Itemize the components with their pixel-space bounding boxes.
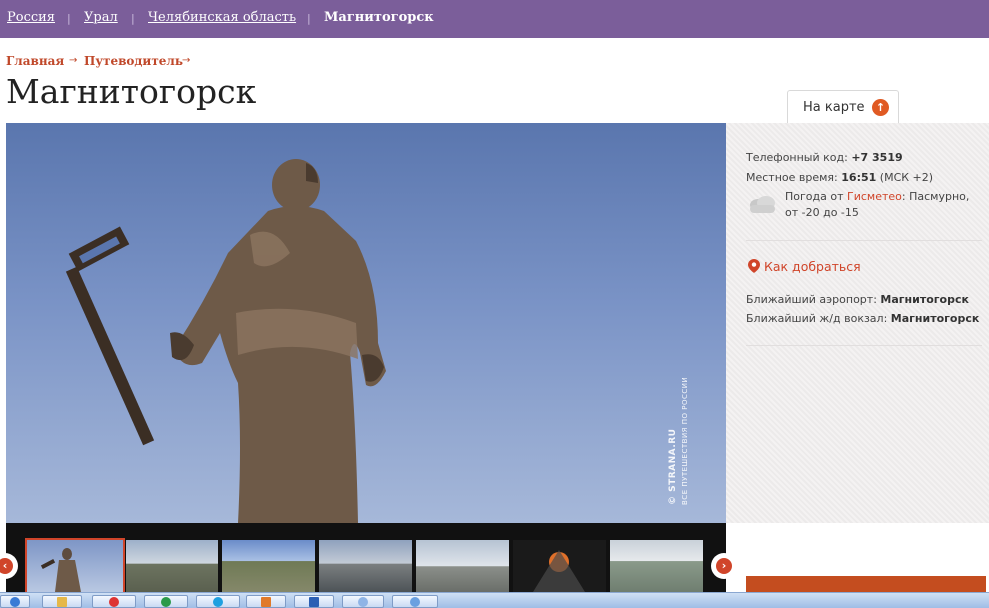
thumbnail-sculpture-image xyxy=(533,550,585,592)
taskbar-browser-button[interactable] xyxy=(92,595,136,608)
region-separator: | xyxy=(131,12,135,25)
phone-code-value: +7 3519 xyxy=(851,151,903,164)
phone-code-row: Телефонный код: +7 3519 xyxy=(746,151,903,164)
weather-description: : Пасмурно, xyxy=(901,190,970,203)
watermark-slogan: ВСЕ ПУТЕШЕСТВИЯ ПО РОССИИ xyxy=(681,376,689,505)
taskbar-skype-button[interactable] xyxy=(196,595,240,608)
station-label: Ближайший ж/д вокзал: xyxy=(746,312,888,325)
info-divider xyxy=(746,240,982,241)
page-title: Магнитогорск xyxy=(6,72,257,111)
region-separator: | xyxy=(67,12,71,25)
breadcrumb-arrow-icon: → xyxy=(182,55,191,66)
region-current: Магнитогорск xyxy=(324,10,434,25)
taskbar-app-button[interactable] xyxy=(246,595,286,608)
local-time-value: 16:51 xyxy=(841,171,877,184)
thumbnail-statue-image xyxy=(40,548,81,592)
statue-image xyxy=(65,159,386,523)
station-row: Ближайший ж/д вокзал: Магнитогорск xyxy=(746,312,979,325)
gallery-next-button[interactable]: › xyxy=(711,553,737,579)
breadcrumb-guide[interactable]: Путеводитель xyxy=(84,54,183,68)
thumbnail[interactable] xyxy=(25,538,125,594)
station-value: Магнитогорск xyxy=(890,312,980,325)
location-pin-icon xyxy=(748,259,760,273)
breadcrumb-home[interactable]: Главная xyxy=(6,54,64,68)
thumbnail[interactable] xyxy=(513,540,606,592)
airport-value: Магнитогорск xyxy=(880,293,969,306)
map-tab-label: На карте xyxy=(803,100,865,115)
how-to-get-link[interactable]: Как добраться xyxy=(764,259,861,274)
chevron-right-icon: › xyxy=(716,558,732,574)
region-link-chelyabinsk[interactable]: Челябинская область xyxy=(148,10,296,25)
local-time-zone: (МСК +2) xyxy=(879,171,934,184)
cloudy-weather-icon xyxy=(750,196,775,213)
weather-range: от -20 до -15 xyxy=(785,206,859,219)
weather-prefix: Погода от xyxy=(785,190,844,203)
phone-code-label: Телефонный код: xyxy=(746,151,848,164)
region-link-ural[interactable]: Урал xyxy=(84,10,118,25)
local-time-row: Местное время: 16:51 (МСК +2) xyxy=(746,171,933,184)
thumbnail[interactable] xyxy=(610,540,703,592)
watermark-brand: © STRANA.RU xyxy=(668,428,678,505)
city-info-panel: Телефонный код: +7 3519 Местное время: 1… xyxy=(726,123,989,523)
info-divider xyxy=(746,345,982,346)
map-tab[interactable]: На карте ↑ xyxy=(787,90,899,124)
region-link-russia[interactable]: Россия xyxy=(7,10,55,25)
taskbar-explorer-button[interactable] xyxy=(42,595,82,608)
chevron-left-icon: ‹ xyxy=(0,558,13,574)
local-time-label: Местное время: xyxy=(746,171,838,184)
breadcrumb-arrow-icon: → xyxy=(69,55,78,66)
thumbnail[interactable] xyxy=(222,540,315,592)
photo-watermark: © STRANA.RU ВСЕ ПУТЕШЕСТВИЯ ПО РОССИИ xyxy=(668,377,689,505)
airport-label: Ближайший аэропорт: xyxy=(746,293,877,306)
main-photo[interactable] xyxy=(6,123,726,523)
taskbar-app-button[interactable] xyxy=(392,595,438,608)
airport-row: Ближайший аэропорт: Магнитогорск xyxy=(746,293,969,306)
taskbar-word-button[interactable] xyxy=(294,595,334,608)
weather-row: Погода от Гисметео: Пасмурно, xyxy=(785,190,969,203)
taskbar-start-button[interactable] xyxy=(0,595,30,608)
thumbnail[interactable] xyxy=(416,540,509,592)
thumbnail[interactable] xyxy=(126,540,218,592)
region-separator: | xyxy=(307,12,311,25)
taskbar-app-button[interactable] xyxy=(144,595,188,608)
arrow-up-icon: ↑ xyxy=(872,99,889,116)
thumbnail[interactable] xyxy=(319,540,412,592)
weather-source-link[interactable]: Гисметео xyxy=(847,190,902,203)
taskbar-app-button[interactable] xyxy=(342,595,384,608)
